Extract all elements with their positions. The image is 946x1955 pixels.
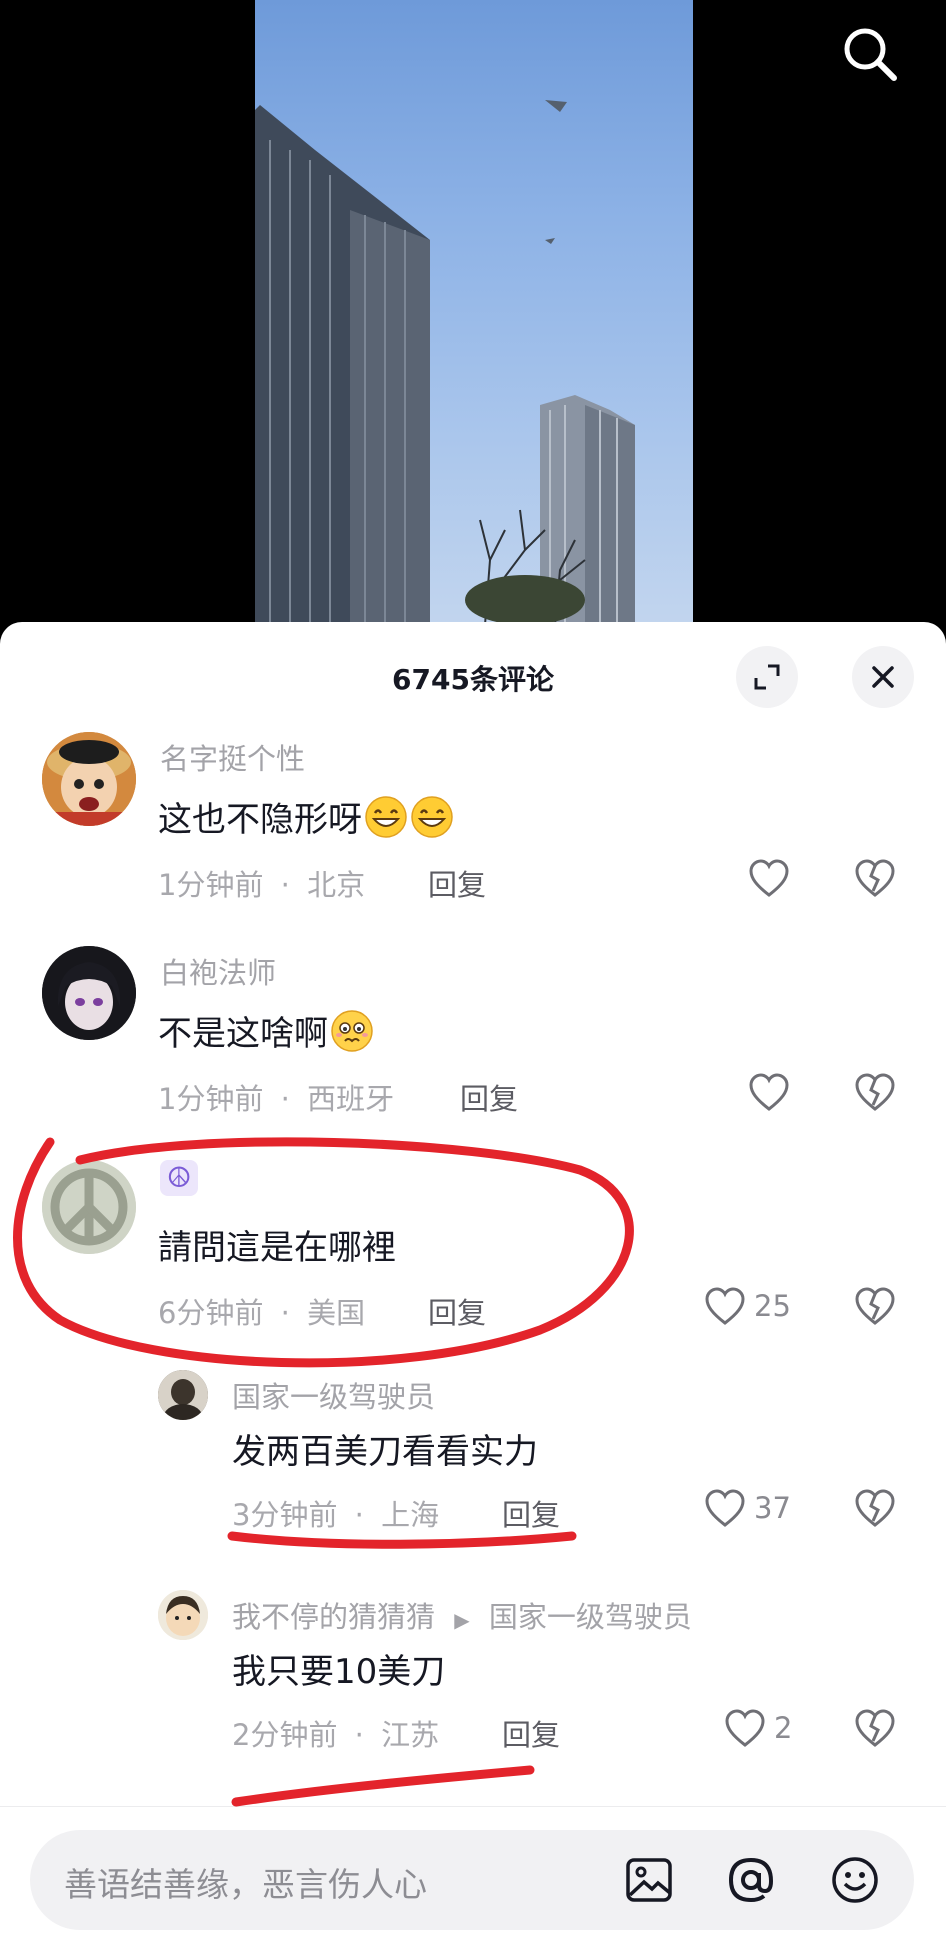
comment-location: 上海 [381,1498,440,1532]
comment-text: 不是这啥啊 [158,1006,374,1055]
broken-heart-icon [855,1489,895,1527]
like-button[interactable] [748,858,798,898]
comment-time: 6分钟前 [158,1296,264,1330]
dislike-button[interactable] [854,858,896,902]
comment-time: 1分钟前 [158,868,264,902]
worried-emoji-icon [331,1009,373,1052]
reply-button[interactable]: 回复 [428,862,486,904]
avatar[interactable] [42,732,136,826]
heart-icon [705,1489,745,1527]
smiley-icon [832,1857,878,1903]
comment-location: 西班牙 [307,1082,395,1116]
heart-icon [749,859,789,897]
comment-location: 北京 [307,868,366,902]
grin-emoji-icon [365,795,407,838]
image-icon [626,1858,672,1902]
at-icon [728,1857,774,1903]
heart-icon [749,1073,789,1111]
expand-button[interactable] [736,646,798,708]
reply-item: 我不停的猜猜猜 ▶ 国家一级驾驶员 我只要10美刀 2分钟前 · 江苏 回复 2 [0,1588,946,1778]
meta-separator: · [280,1082,290,1116]
comment-time: 1分钟前 [158,1082,264,1116]
comment-location: 美国 [307,1296,366,1330]
video-frame [255,0,693,625]
search-icon [844,28,897,81]
like-count: 2 [774,1711,793,1745]
comment-text-content: 这也不隐形呀 [158,800,362,840]
comment-meta: 6分钟前 · 美国 [158,1290,365,1332]
comment-text-content: 发两百美刀看看实力 [232,1432,538,1472]
avatar[interactable] [42,1160,136,1254]
comment-text: 我只要10美刀 [232,1644,445,1693]
emoji-button[interactable] [830,1855,880,1909]
comment-username[interactable]: 我不停的猜猜猜 [232,1600,435,1634]
avatar[interactable] [158,1370,208,1420]
reply-arrow-icon: ▶ [454,1608,470,1632]
comment-item: 白袍法师 不是这啥啊 1分钟前 · 西班牙 回复 [0,938,946,1138]
heart-icon [705,1287,745,1325]
comment-text: 发两百美刀看看实力 [232,1424,538,1473]
dislike-button[interactable] [854,1708,896,1752]
reply-button[interactable]: 回复 [460,1076,518,1118]
close-button[interactable] [852,646,914,708]
search-button[interactable] [838,22,902,86]
broken-heart-icon [855,1073,895,1111]
like-button[interactable]: 2 [724,1708,792,1748]
like-button[interactable]: 37 [704,1488,791,1528]
comment-username[interactable]: 名字挺个性 [160,736,305,778]
reply-target-username[interactable]: 国家一级驾驶员 [489,1600,692,1634]
input-divider [0,1806,946,1807]
meta-separator: · [280,868,290,902]
avatar[interactable] [158,1590,208,1640]
meta-separator: · [354,1498,364,1532]
video-player[interactable] [0,0,946,640]
comment-time: 3分钟前 [232,1498,338,1532]
reply-button[interactable]: 回复 [502,1492,560,1534]
like-button[interactable]: 25 [704,1286,791,1326]
image-button[interactable] [624,1855,674,1909]
grin-emoji-icon [411,795,453,838]
reply-button[interactable]: 回复 [502,1712,560,1754]
broken-heart-icon [855,1287,895,1325]
comment-meta: 1分钟前 · 北京 [158,862,365,904]
reply-button[interactable]: 回复 [428,1290,486,1332]
comment-meta: 2分钟前 · 江苏 [232,1712,439,1754]
dislike-button[interactable] [854,1286,896,1330]
comments-count-title: 6745条评论 [392,663,554,696]
reply-item: 国家一级驾驶员 发两百美刀看看实力 3分钟前 · 上海 回复 37 [0,1368,946,1558]
meta-separator: · [280,1296,290,1330]
comment-text-content: 我只要10美刀 [232,1652,446,1692]
dislike-button[interactable] [854,1072,896,1116]
comment-username[interactable]: ☮ [160,1160,198,1196]
comment-meta: 3分钟前 · 上海 [232,1492,439,1534]
comment-username[interactable]: 白袍法师 [160,950,276,992]
comment-username-line: 我不停的猜猜猜 ▶ 国家一级驾驶员 [232,1594,692,1636]
comment-item: ☮ 請問這是在哪裡 6分钟前 · 美国 回复 25 [0,1152,946,1352]
comment-meta: 1分钟前 · 西班牙 [158,1076,394,1118]
comment-username[interactable]: 国家一级驾驶员 [232,1374,435,1416]
like-count: 25 [754,1289,791,1323]
comment-item: 名字挺个性 这也不隐形呀 1分钟前 · 北京 回复 [0,724,946,924]
comment-text-content: 不是这啥啊 [158,1014,328,1054]
comment-input-bar[interactable]: 善语结善缘，恶言伤人心 [30,1830,914,1930]
expand-icon [754,664,780,690]
comment-text: 这也不隐形呀 [158,792,454,841]
close-icon [872,666,894,688]
dislike-button[interactable] [854,1488,896,1532]
heart-icon [725,1709,765,1747]
comment-time: 2分钟前 [232,1718,338,1752]
avatar[interactable] [42,946,136,1040]
mention-button[interactable] [726,1855,776,1909]
broken-heart-icon [855,1709,895,1747]
comment-input-placeholder[interactable]: 善语结善缘，恶言伤人心 [64,1858,427,1906]
video-scene [255,100,635,625]
like-count: 37 [754,1491,791,1525]
comment-text: 請問這是在哪裡 [158,1220,396,1269]
like-button[interactable] [748,1072,798,1112]
comment-location: 江苏 [381,1718,440,1752]
broken-heart-icon [855,859,895,897]
comment-text-content: 請問這是在哪裡 [158,1228,396,1268]
meta-separator: · [354,1718,364,1752]
